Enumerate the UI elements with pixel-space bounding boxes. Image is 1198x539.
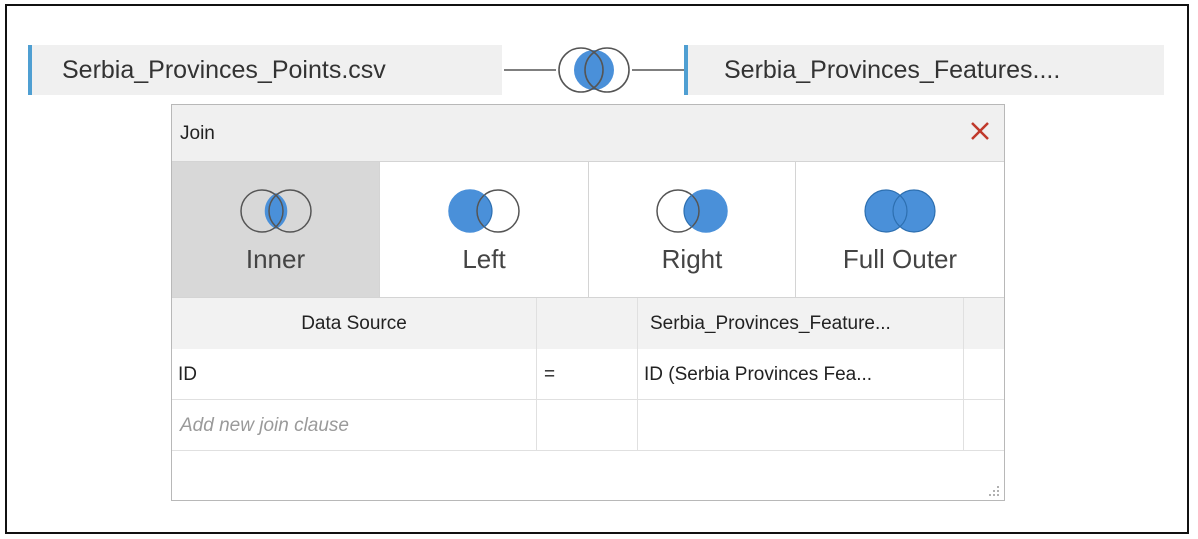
table-header-row: Data Source Serbia_Provinces_Feature... bbox=[172, 298, 1004, 349]
empty-right-cell bbox=[638, 400, 964, 451]
dialog-title: Join bbox=[180, 123, 215, 144]
join-operator[interactable]: = bbox=[537, 349, 638, 400]
join-type-selector: Inner Left Right Full Outer bbox=[172, 162, 1004, 298]
join-type-full-outer[interactable]: Full Outer bbox=[796, 162, 1004, 298]
join-dialog: Join Inner Left Right Full Outer Data So… bbox=[171, 104, 1005, 501]
column-header-operator bbox=[537, 298, 638, 349]
join-type-label: Full Outer bbox=[842, 244, 958, 274]
row-spacer bbox=[964, 349, 1004, 400]
left-join-icon bbox=[448, 189, 520, 233]
inner-join-icon bbox=[239, 189, 312, 233]
resize-grip-icon[interactable] bbox=[988, 484, 1000, 496]
inner-join-icon bbox=[558, 47, 630, 93]
close-icon[interactable] bbox=[966, 117, 994, 145]
join-type-label: Right bbox=[661, 244, 723, 274]
join-type-label: Left bbox=[462, 244, 506, 274]
empty-operator-cell bbox=[537, 400, 638, 451]
left-field[interactable]: ID bbox=[172, 349, 537, 400]
right-field[interactable]: ID (Serbia Provinces Fea... bbox=[638, 349, 964, 400]
row-spacer bbox=[964, 400, 1004, 451]
add-clause-row[interactable]: Add new join clause bbox=[172, 400, 1004, 451]
join-type-inner[interactable]: Inner bbox=[172, 162, 380, 298]
left-data-source[interactable]: Serbia_Provinces_Points.csv bbox=[28, 45, 502, 95]
full-outer-join-icon bbox=[864, 189, 936, 233]
right-join-icon bbox=[656, 189, 728, 233]
join-type-label: Inner bbox=[245, 244, 306, 274]
table-row[interactable]: ID = ID (Serbia Provinces Fea... bbox=[172, 349, 1004, 400]
right-data-source[interactable]: Serbia_Provinces_Features.... bbox=[684, 45, 1164, 95]
column-header-spacer bbox=[964, 298, 1004, 349]
dialog-header: Join bbox=[172, 105, 1004, 162]
column-header-data-source[interactable]: Data Source bbox=[172, 298, 537, 349]
join-connector[interactable] bbox=[504, 45, 684, 95]
join-type-left[interactable]: Left bbox=[380, 162, 589, 298]
join-type-right[interactable]: Right bbox=[589, 162, 796, 298]
add-join-clause[interactable]: Add new join clause bbox=[172, 400, 537, 451]
column-header-right-source[interactable]: Serbia_Provinces_Feature... bbox=[638, 298, 964, 349]
